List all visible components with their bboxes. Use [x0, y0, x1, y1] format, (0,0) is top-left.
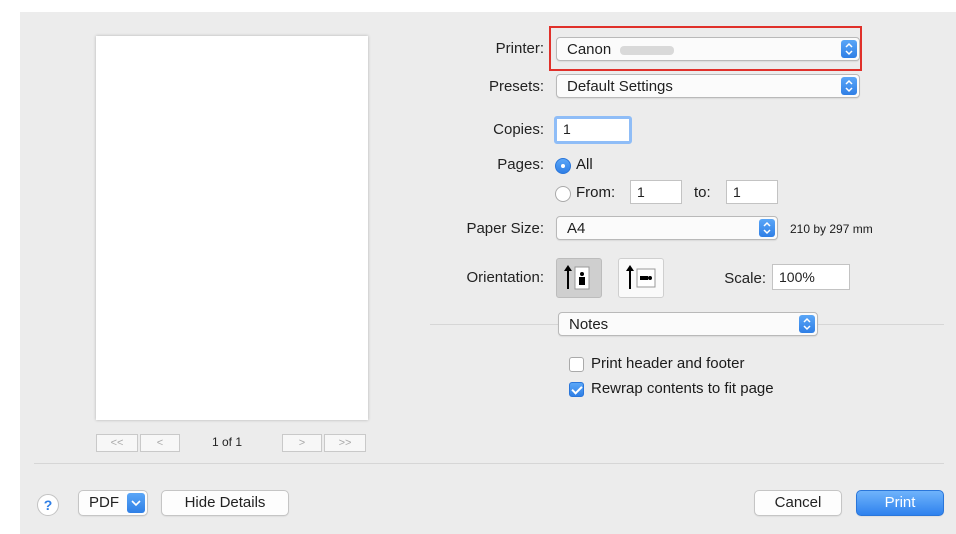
hide-details-button[interactable]: Hide Details — [161, 490, 289, 516]
scale-label: Scale: — [724, 270, 766, 287]
landscape-icon — [626, 265, 656, 289]
rewrap-contents-label: Rewrap contents to fit page — [591, 380, 774, 397]
landscape-orientation-button[interactable] — [618, 258, 664, 298]
footer-divider — [34, 463, 944, 464]
section-popup-value: Notes — [569, 316, 609, 333]
copies-input[interactable]: 1 — [554, 116, 632, 144]
section-popup[interactable]: Notes — [558, 312, 818, 336]
pages-to-input[interactable]: 1 — [726, 180, 778, 204]
pages-from-label: From: — [576, 184, 616, 201]
pages-from-value: 1 — [637, 184, 645, 200]
orientation-label: Orientation: — [466, 269, 544, 286]
pdf-label: PDF — [89, 494, 119, 511]
pdf-menu-button[interactable]: PDF — [78, 490, 148, 516]
page-indicator: 1 of 1 — [212, 435, 243, 449]
portrait-icon — [564, 265, 590, 290]
next-page-button[interactable]: > — [282, 434, 322, 452]
paper-size-popup[interactable]: A4 — [556, 216, 778, 240]
presets-stepper-icon — [841, 77, 857, 95]
pages-label: Pages: — [497, 156, 544, 173]
print-button[interactable]: Print — [856, 490, 944, 516]
pages-all-radio[interactable] — [555, 158, 571, 174]
section-stepper-icon — [799, 315, 815, 333]
presets-popup[interactable]: Default Settings — [556, 74, 860, 98]
pages-all-label: All — [576, 156, 593, 173]
first-page-button[interactable]: << — [96, 434, 138, 452]
pages-from-input[interactable]: 1 — [630, 180, 682, 204]
scale-value: 100% — [779, 269, 815, 285]
printer-label: Printer: — [495, 40, 544, 57]
help-button[interactable]: ? — [37, 494, 59, 516]
print-dialog: << < 1 of 1 > >> Printer: Canon Presets:… — [20, 12, 956, 534]
copies-label: Copies: — [493, 121, 544, 138]
printer-highlight-box — [549, 26, 862, 71]
previous-page-button[interactable]: < — [140, 434, 180, 452]
pages-to-label: to: — [694, 184, 711, 201]
presets-label: Presets: — [488, 78, 544, 95]
copies-value: 1 — [563, 121, 571, 137]
paper-size-value: A4 — [567, 220, 586, 237]
last-page-button[interactable]: >> — [324, 434, 366, 452]
print-header-footer-checkbox[interactable] — [569, 357, 584, 372]
chevron-down-icon — [127, 493, 145, 513]
presets-value: Default Settings — [567, 78, 673, 95]
cancel-button[interactable]: Cancel — [754, 490, 842, 516]
page-preview — [96, 36, 368, 420]
print-header-footer-label: Print header and footer — [591, 355, 745, 372]
paper-dimensions: 210 by 297 mm — [790, 222, 873, 236]
portrait-orientation-button[interactable] — [556, 258, 602, 298]
scale-input[interactable]: 100% — [772, 264, 850, 290]
pages-to-value: 1 — [733, 184, 741, 200]
paper-size-stepper-icon — [759, 219, 775, 237]
rewrap-contents-checkbox[interactable] — [569, 382, 584, 397]
paper-size-label: Paper Size: — [466, 220, 544, 237]
pages-from-radio[interactable] — [555, 186, 571, 202]
